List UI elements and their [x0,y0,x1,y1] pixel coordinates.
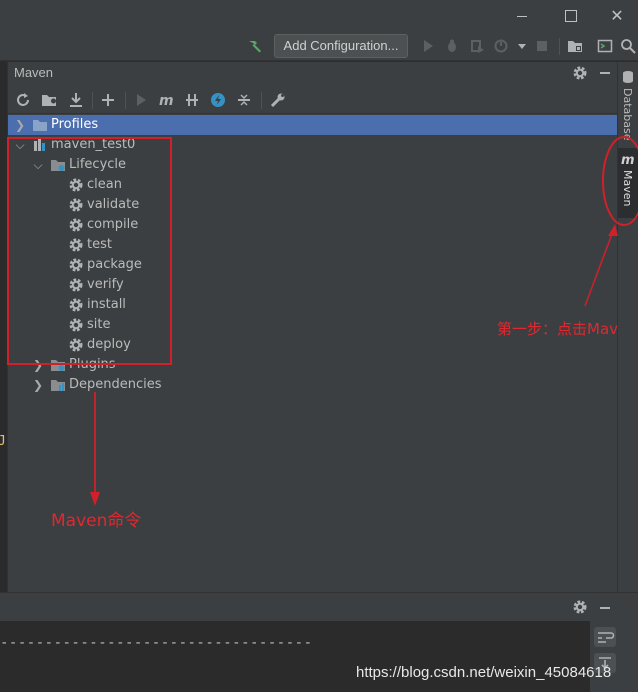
console-output: ----------------------------------- [0,621,590,692]
execute-maven-goal-icon[interactable]: m [158,92,174,108]
annotation-step1: 第一步：点击Mav [497,320,619,338]
gear-icon[interactable] [572,65,588,81]
collapse-all-icon[interactable] [236,92,252,108]
toolbar-separator [559,38,560,55]
profile-icon[interactable] [494,38,510,54]
run-icon[interactable] [420,38,436,54]
skip-tests-icon[interactable] [210,92,226,108]
chevron-down-icon[interactable] [514,38,530,54]
hide-panel-button[interactable] [600,72,610,74]
bottom-panel-header [0,593,638,621]
window-title-bar: ✕ [0,0,638,31]
maven-toolbar: m [8,86,617,114]
terminal-icon[interactable] [597,38,613,54]
chevron-right-icon[interactable]: ❯ [14,115,26,135]
profiles-folder-icon [33,120,47,131]
toolbar-separator [261,92,262,109]
maximize-window-button[interactable] [560,6,580,26]
project-structure-icon[interactable] [567,38,583,54]
generate-sources-folder-icon[interactable] [41,92,57,108]
console-dashes: ----------------------------------- [0,635,313,651]
tree-label-profiles: Profiles [51,117,99,132]
soft-wrap-icon[interactable] [594,627,616,647]
annotation-maven-commands: Maven命令 [51,511,142,531]
tree-node-profiles[interactable]: ❯ Profiles [8,115,617,135]
tree-label-dependencies: Dependencies [69,377,162,392]
panel-header: Maven [8,62,617,84]
database-tab-label: Database [621,88,634,141]
maven-tab-label: Maven [621,170,634,207]
editor-glyph: J [0,434,6,449]
watermark-url: https://blog.csdn.net/weixin_45084618 [356,664,612,681]
run-toolbar: Add Configuration... [0,31,638,61]
toolbar-separator [92,92,93,109]
dependencies-folder-icon [51,380,65,391]
add-icon[interactable] [100,92,116,108]
gear-icon[interactable] [572,599,588,615]
tree-node-dependencies[interactable]: ❯ Dependencies [8,375,617,395]
toggle-offline-mode-icon[interactable] [184,92,200,108]
svg-text:m: m [159,93,174,108]
right-tool-stripe: Database m Maven [617,62,638,592]
debug-icon[interactable] [444,38,460,54]
run-with-coverage-icon[interactable] [469,38,485,54]
console-side-toolbar [590,621,638,692]
database-tool-tab[interactable]: Database [618,66,638,146]
maven-tool-tab[interactable]: m Maven [618,148,638,218]
panel-title: Maven [14,65,54,80]
wrench-settings-icon[interactable] [270,92,286,108]
database-icon [623,71,633,83]
close-window-button[interactable]: ✕ [607,6,627,26]
maven-m-icon: m [621,153,635,166]
hide-panel-button[interactable] [600,607,610,609]
minimize-window-button[interactable] [512,6,532,26]
download-sources-icon[interactable] [68,92,84,108]
search-icon[interactable] [620,38,636,54]
add-configuration-button[interactable]: Add Configuration... [274,34,408,58]
build-hammer-icon[interactable] [246,37,264,55]
maven-commands-highlight-box [7,137,172,365]
run-icon[interactable] [133,92,149,108]
stop-icon[interactable] [534,38,550,54]
reload-icon[interactable] [15,92,31,108]
svg-text:m: m [621,153,635,166]
chevron-right-icon[interactable]: ❯ [32,375,44,395]
toolbar-separator [125,92,126,109]
